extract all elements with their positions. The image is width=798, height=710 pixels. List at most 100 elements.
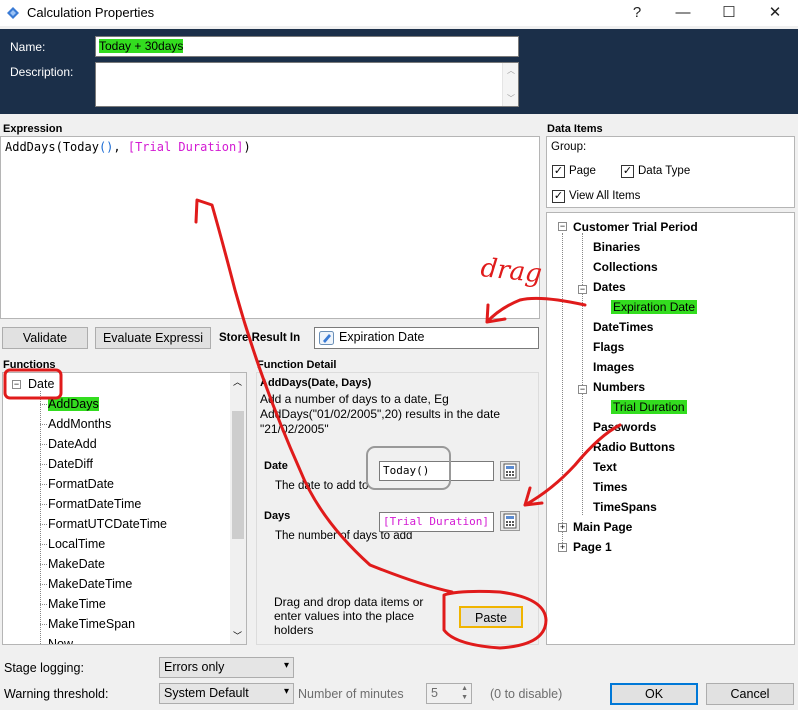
expression-editor[interactable]: AddDays(Today(), [Trial Duration]) [0,136,540,319]
scroll-up-icon[interactable]: ︿ [233,375,242,388]
collapse-icon[interactable]: − [578,285,587,294]
data-type-numbers[interactable]: Numbers [593,380,645,394]
function-item[interactable]: MakeTime [48,597,106,611]
function-detail-panel: AddDays(Date, Days) Add a number of days… [256,372,539,645]
data-item-trial-duration[interactable]: Trial Duration [611,400,687,414]
function-detail-label: Function Detail [257,359,337,371]
function-description: Add a number of days to a date, Eg AddDa… [260,392,500,436]
function-item[interactable]: AddDays [48,397,99,411]
data-type-collections[interactable]: Collections [593,260,658,274]
function-item[interactable]: FormatDate [48,477,114,491]
data-type-passwords[interactable]: Passwords [593,420,656,434]
view-all-checkbox-label: View All Items [569,190,641,202]
data-type-dates[interactable]: Dates [593,280,626,294]
close-button[interactable]: ✕ [752,0,798,26]
tree-connector [40,444,47,445]
param-date-name: Date [264,460,288,472]
description-scrollbar[interactable]: ︿ ﹀ [502,63,518,106]
expr-parens: () [98,140,114,154]
expr-separator: , [113,140,128,154]
collapse-icon[interactable]: − [578,385,587,394]
expr-inner-function: Today [62,140,99,154]
function-item[interactable]: DateAdd [48,437,97,451]
data-type-text[interactable]: Text [593,460,617,474]
function-item[interactable]: FormatDateTime [48,497,141,511]
function-item[interactable]: MakeTimeSpan [48,617,135,631]
data-items-label: Data Items [547,123,603,135]
function-group-date[interactable]: Date [28,377,54,391]
minutes-label: Number of minutes [298,687,404,701]
stepper-arrows-icon[interactable]: ▲ ▼ [461,684,468,702]
description-input[interactable]: ︿ ﹀ [95,62,519,107]
tree-connector [40,404,47,405]
tree-root-main-page[interactable]: Main Page [573,520,632,534]
data-type-binaries[interactable]: Binaries [593,240,640,254]
store-result-input[interactable]: Expiration Date [314,327,539,349]
calculator-icon[interactable] [500,461,520,481]
maximize-button[interactable]: ☐ [706,0,752,26]
page-checkbox[interactable]: ✓ [552,165,565,178]
warning-threshold-select[interactable]: System Default ▾ [159,683,294,704]
expression-label: Expression [3,123,63,135]
expand-icon[interactable]: + [558,523,567,532]
minimize-button[interactable]: — [660,0,706,26]
expand-icon[interactable]: + [558,543,567,552]
page-checkbox-label: Page [569,165,596,177]
tree-root-page-1[interactable]: Page 1 [573,540,612,554]
data-item-icon [319,331,334,345]
functions-scrollbar[interactable]: ︿ ﹀ [230,373,246,644]
function-item[interactable]: Now [48,637,73,644]
cancel-button[interactable]: Cancel [706,683,794,705]
function-item[interactable]: LocalTime [48,537,105,551]
drag-drop-hint: Drag and drop data items or enter values… [274,595,424,637]
collapse-icon[interactable]: − [558,222,567,231]
function-item[interactable]: DateDiff [48,457,93,471]
scroll-thumb[interactable] [232,411,244,539]
data-type-times[interactable]: Times [593,480,627,494]
data-type-checkbox[interactable]: ✓ [621,165,634,178]
data-items-tree[interactable]: − Customer Trial Period Binaries Collecti… [546,212,795,645]
ok-button[interactable]: OK [610,683,698,705]
data-type-timespans[interactable]: TimeSpans [593,500,657,514]
chevron-down-icon: ▾ [283,686,289,697]
evaluate-expression-button[interactable]: Evaluate Expressi [95,327,211,349]
calculator-icon[interactable] [500,511,520,531]
stage-logging-select[interactable]: Errors only ▾ [159,657,294,678]
tree-root-customer-trial-period[interactable]: Customer Trial Period [573,220,698,234]
group-label: Group: [551,141,587,153]
expr-data-item: [Trial Duration] [127,140,244,154]
functions-tree[interactable]: − Date AddDays AddMonths DateAdd DateDiff Fo… [2,372,247,645]
scroll-down-icon[interactable]: ﹀ [507,93,515,104]
minutes-stepper[interactable]: 5 ▲ ▼ [426,683,472,704]
collapse-icon[interactable]: − [12,380,21,389]
data-type-images[interactable]: Images [593,360,634,374]
expr-open-paren: ( [55,140,63,154]
data-item-expiration-date[interactable]: Expiration Date [611,300,698,314]
help-button[interactable]: ? [614,0,660,26]
store-result-value: Expiration Date [339,330,425,344]
paste-button[interactable]: Paste [459,606,523,628]
tree-connector [40,464,47,465]
tree-connector [40,604,47,605]
data-items-group: Group: ✓ Page ✓ Data Type ✓ View All Ite… [546,136,795,208]
function-item[interactable]: MakeDateTime [48,577,132,591]
function-item[interactable]: MakeDate [48,557,105,571]
data-type-radio-buttons[interactable]: Radio Buttons [593,440,675,454]
tree-connector [562,233,563,545]
validate-button[interactable]: Validate [2,327,88,349]
tree-connector [40,504,47,505]
view-all-checkbox[interactable]: ✓ [552,190,565,203]
scroll-up-icon[interactable]: ︿ [507,65,515,76]
param-days-input[interactable]: [Trial Duration] [379,512,494,532]
data-type-flags[interactable]: Flags [593,340,624,354]
data-type-datetimes[interactable]: DateTimes [593,320,653,334]
param-days-value: [Trial Duration] [383,515,489,528]
function-item[interactable]: FormatUTCDateTime [48,517,167,531]
scroll-down-icon[interactable]: ﹀ [233,629,242,642]
name-input[interactable]: Today + 30days [95,36,519,57]
window-title: Calculation Properties [27,5,155,20]
tree-connector [40,524,47,525]
param-date-input[interactable]: Today() [379,461,494,481]
title-bar: Calculation Properties ? — ☐ ✕ [0,0,798,26]
function-item[interactable]: AddMonths [48,417,111,431]
